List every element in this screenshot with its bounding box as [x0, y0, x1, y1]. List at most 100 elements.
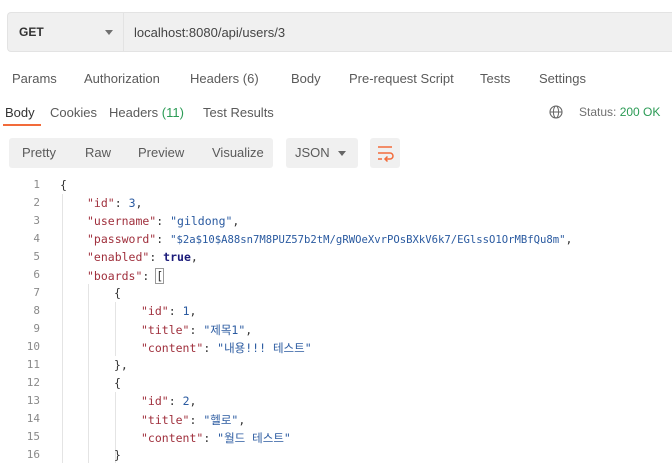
- status-indicator: Status: 200 OK: [579, 105, 660, 119]
- json-value: "gildong": [170, 214, 233, 228]
- tab-tests[interactable]: Tests: [480, 71, 510, 86]
- json-key: "id": [141, 304, 169, 318]
- chevron-down-icon: [338, 151, 346, 156]
- json-value: 1: [182, 304, 190, 318]
- globe-icon[interactable]: [549, 105, 563, 119]
- json-key: "title": [141, 413, 190, 427]
- active-tab-indicator: [3, 124, 41, 126]
- code-line: 10 "content": "내용!!! 테스트": [0, 338, 672, 356]
- tab-response-headers-count: (11): [161, 105, 184, 120]
- line-number: 14: [26, 412, 40, 425]
- json-value: true: [163, 250, 191, 264]
- line-number: 2: [33, 196, 40, 209]
- tab-response-headers-label: Headers: [109, 105, 159, 120]
- code-text: "username": "gildong",: [87, 214, 240, 228]
- json-value: 2: [182, 394, 190, 408]
- tab-response-headers[interactable]: Headers (11): [109, 105, 184, 120]
- code-line: 9 "title": "제목1",: [0, 320, 672, 338]
- tab-headers-count: (6): [242, 71, 259, 86]
- code-line: 8 "id": 1,: [0, 302, 672, 320]
- line-number: 16: [26, 448, 40, 461]
- wrap-lines-icon: [378, 146, 394, 163]
- wrap-lines-button[interactable]: [370, 138, 400, 168]
- view-raw-button[interactable]: Raw: [85, 145, 111, 160]
- code-text: "content": "내용!!! 테스트": [141, 341, 312, 355]
- json-key: "boards": [87, 269, 143, 283]
- code-text: {: [114, 376, 121, 390]
- chevron-down-icon: [105, 30, 113, 35]
- status-label: Status:: [579, 105, 617, 119]
- code-line: 15 "content": "월드 테스트": [0, 428, 672, 446]
- method-label: GET: [19, 25, 44, 39]
- tab-body[interactable]: Body: [291, 71, 321, 86]
- code-line: 3 "username": "gildong",: [0, 212, 672, 230]
- json-key: "content": [141, 341, 204, 355]
- line-number: 15: [26, 430, 40, 443]
- format-select[interactable]: JSON: [286, 138, 358, 168]
- tab-prerequest-script[interactable]: Pre-request Script: [349, 71, 454, 86]
- tab-authorization[interactable]: Authorization: [84, 71, 160, 86]
- format-label: JSON: [295, 145, 330, 160]
- code-text: "title": "제목1",: [141, 323, 253, 337]
- code-text: },: [114, 358, 128, 372]
- code-line: 6 "boards": [: [0, 266, 672, 284]
- tab-settings[interactable]: Settings: [539, 71, 586, 86]
- line-number: 3: [33, 214, 40, 227]
- code-text: "content": "월드 테스트": [141, 431, 291, 445]
- view-visualize-button[interactable]: Visualize: [212, 145, 264, 160]
- code-line: 2 "id": 3,: [0, 194, 672, 212]
- json-value: "헬로": [203, 413, 239, 427]
- code-text: {: [114, 286, 121, 300]
- code-token: {: [114, 286, 121, 300]
- status-value: 200 OK: [619, 105, 661, 119]
- line-number: 13: [26, 394, 40, 407]
- tab-test-results[interactable]: Test Results: [203, 105, 274, 120]
- code-line: 13 "id": 2,: [0, 392, 672, 410]
- tab-response-body[interactable]: Body: [5, 105, 35, 120]
- tab-headers[interactable]: Headers (6): [190, 71, 259, 86]
- url-value: localhost:8080/api/users/3: [134, 24, 286, 40]
- json-key: "title": [141, 323, 190, 337]
- code-text: }: [114, 448, 121, 462]
- json-value: "월드 테스트": [217, 431, 291, 445]
- tab-headers-label: Headers: [190, 71, 240, 86]
- json-value: "제목1": [203, 323, 246, 337]
- line-number: 11: [26, 358, 40, 371]
- line-number: 12: [26, 376, 40, 389]
- view-preview-button[interactable]: Preview: [138, 145, 184, 160]
- tab-params[interactable]: Params: [12, 71, 57, 86]
- response-body-viewer[interactable]: 1 { 2 "id": 3, 3 "username": "gildong", …: [0, 176, 672, 463]
- code-line: 4 "password": "$2a$10$A88sn7M8PUZ57b2tM/…: [0, 230, 672, 248]
- method-select[interactable]: GET: [7, 12, 123, 52]
- code-token: {: [114, 376, 121, 390]
- line-number: 6: [33, 268, 40, 281]
- json-key: "username": [87, 214, 157, 228]
- request-bar: GET localhost:8080/api/users/3: [7, 12, 672, 52]
- json-value: "내용!!! 테스트": [217, 341, 312, 355]
- json-key: "password": [87, 232, 157, 246]
- view-mode-group: Pretty Raw Preview Visualize: [9, 138, 273, 168]
- line-number: 1: [33, 178, 40, 191]
- line-number: 8: [33, 304, 40, 317]
- code-line: 12 {: [0, 374, 672, 392]
- code-line: 11 },: [0, 356, 672, 374]
- json-value: 3: [128, 196, 136, 210]
- url-input[interactable]: localhost:8080/api/users/3: [123, 12, 672, 52]
- code-text: "id": 2,: [141, 394, 197, 408]
- code-text: "password": "$2a$10$A88sn7M8PUZ57b2tM/gR…: [87, 232, 573, 246]
- json-key: "content": [141, 431, 204, 445]
- line-number: 10: [26, 340, 40, 353]
- code-text: "title": "헬로",: [141, 413, 246, 427]
- code-line: 1 {: [0, 176, 672, 194]
- code-text: "id": 3,: [87, 196, 143, 210]
- view-pretty-button[interactable]: Pretty: [22, 145, 56, 160]
- line-number: 7: [33, 286, 40, 299]
- json-value: "$2a$10$A88sn7M8PUZ57b2tM/gRWOeXvrPOsBXk…: [170, 234, 566, 246]
- code-line: 14 "title": "헬로",: [0, 410, 672, 428]
- tab-cookies[interactable]: Cookies: [50, 105, 97, 120]
- json-value: [: [155, 268, 165, 284]
- code-line: 16 }: [0, 446, 672, 463]
- json-key: "id": [141, 394, 169, 408]
- json-key: "enabled": [87, 250, 150, 264]
- code-line: 7 {: [0, 284, 672, 302]
